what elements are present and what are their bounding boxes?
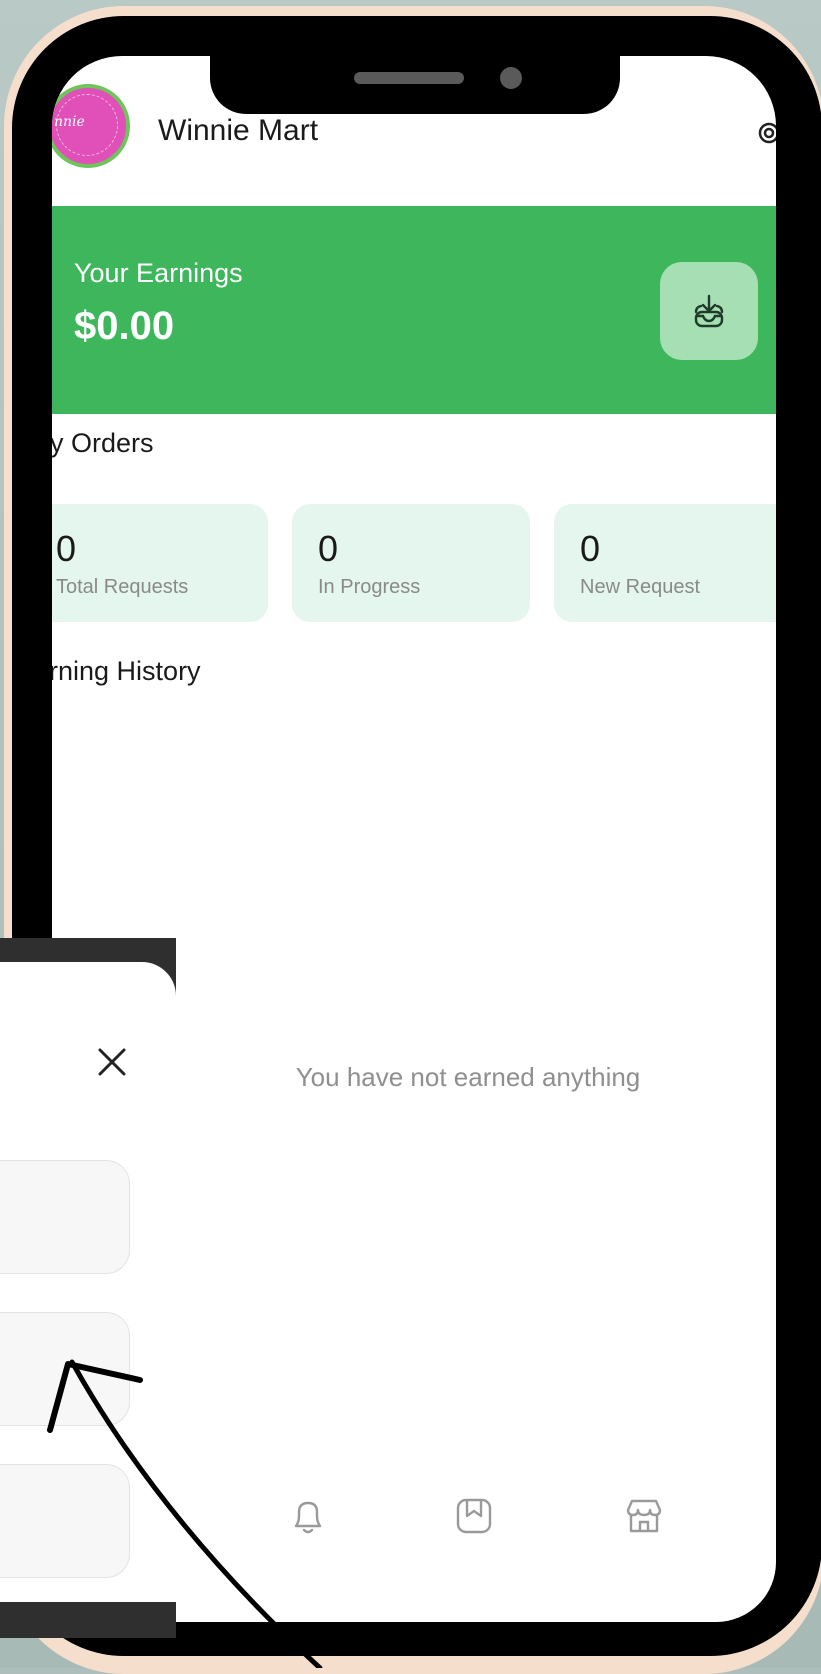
- stat-label: Total Requests: [56, 576, 189, 598]
- earnings-label: Your Earnings: [74, 258, 243, 288]
- front-camera: [500, 67, 522, 89]
- orders-section-title: y Orders: [52, 428, 154, 458]
- store-avatar[interactable]: nnie: [52, 84, 130, 168]
- speaker: [354, 72, 464, 84]
- stat-value: 0: [318, 528, 339, 569]
- inbox-download-icon: [694, 294, 724, 328]
- store-name: Winnie Mart: [158, 114, 319, 147]
- earnings-card: Your Earnings $0.00: [52, 206, 776, 414]
- panel-option-2[interactable]: [0, 1312, 130, 1426]
- earnings-amount: $0.00: [74, 304, 175, 348]
- stat-total-requests[interactable]: 0 Total Requests: [52, 504, 268, 622]
- bell-icon[interactable]: [286, 1494, 330, 1538]
- avatar-logo-text: nnie: [54, 114, 85, 130]
- stat-label: In Progress: [318, 576, 421, 598]
- panel-option-3[interactable]: [0, 1464, 130, 1578]
- panel-option-1[interactable]: [0, 1160, 130, 1274]
- store-icon[interactable]: [622, 1494, 666, 1538]
- history-section-title: arning History: [52, 656, 201, 686]
- close-icon[interactable]: [92, 1042, 132, 1082]
- gear-icon[interactable]: [754, 118, 776, 148]
- stat-in-progress[interactable]: 0 In Progress: [292, 504, 530, 622]
- stat-label: New Request: [580, 576, 701, 598]
- phone-notch: [210, 56, 620, 114]
- bookmark-icon[interactable]: [452, 1494, 496, 1538]
- stat-value: 0: [56, 528, 77, 569]
- stat-new-request[interactable]: 0 New Request: [554, 504, 776, 622]
- withdraw-button[interactable]: [660, 262, 758, 360]
- stat-value: 0: [580, 528, 601, 569]
